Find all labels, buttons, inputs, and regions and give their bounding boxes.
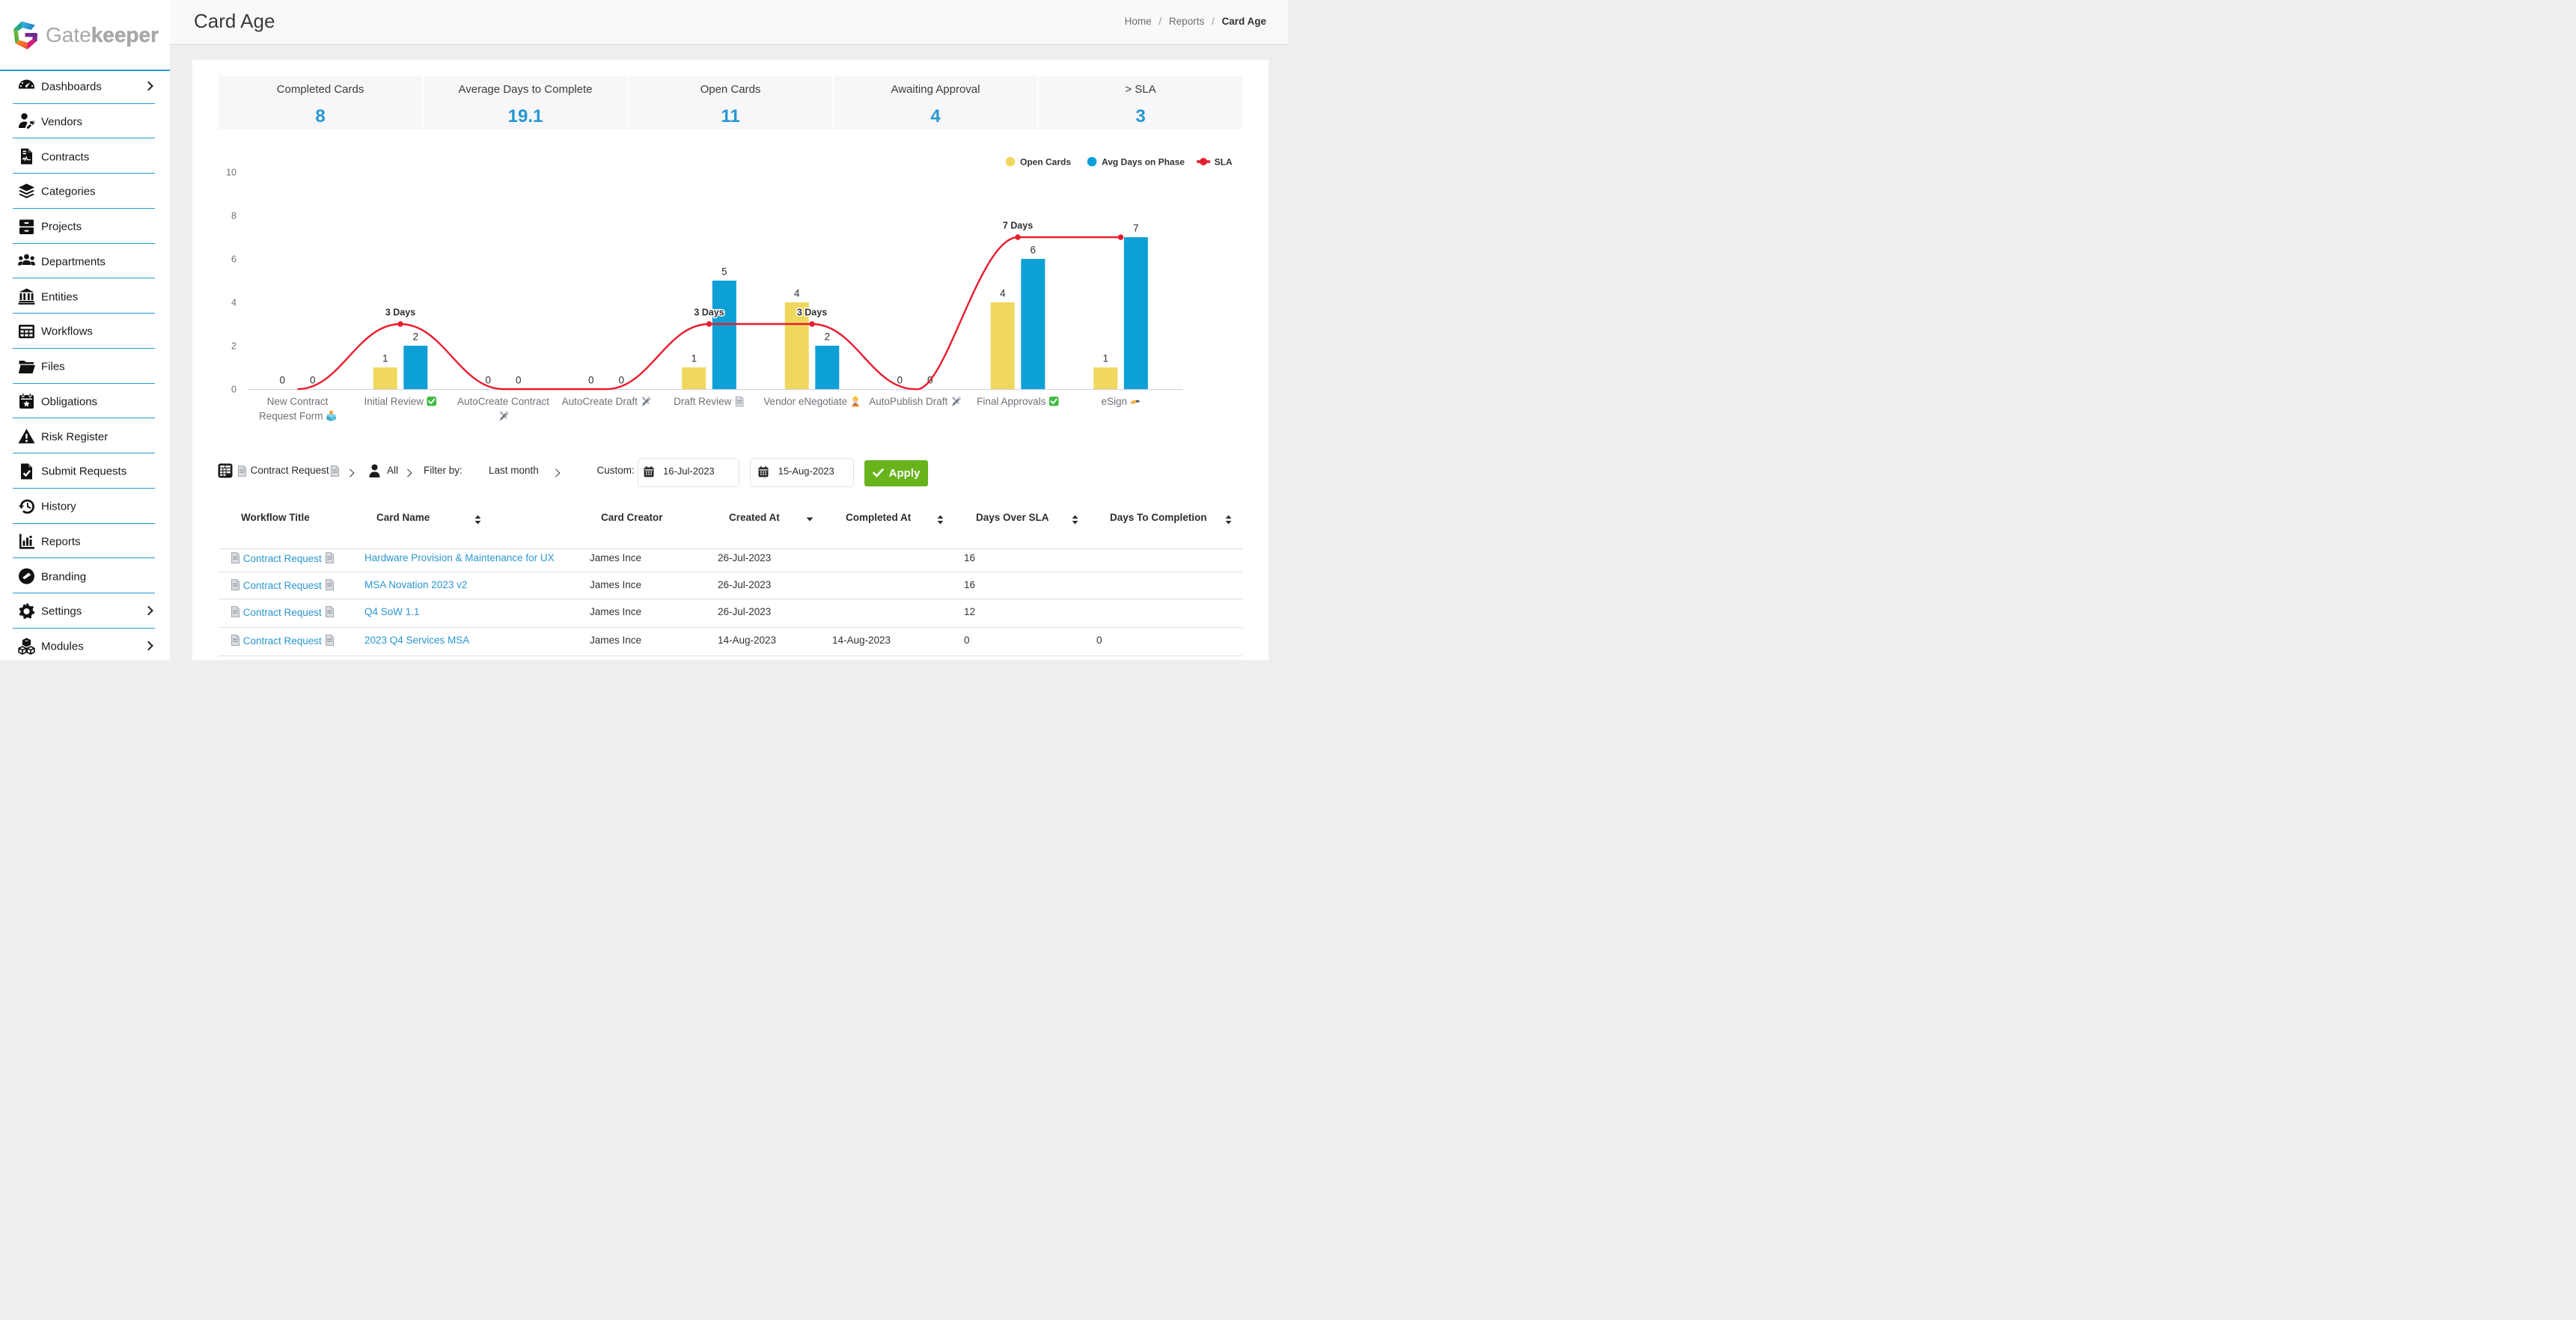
svg-text:4: 4 xyxy=(794,288,800,299)
svg-text:2: 2 xyxy=(825,331,831,343)
svg-text:5: 5 xyxy=(721,266,727,278)
svg-text:1: 1 xyxy=(382,353,388,364)
svg-text:Draft Review: Draft Review xyxy=(674,396,732,407)
svg-text:2: 2 xyxy=(231,340,236,351)
svg-text:SLA: SLA xyxy=(1215,156,1233,167)
svg-text:Final Approvals: Final Approvals xyxy=(977,396,1046,407)
svg-text:Open Cards: Open Cards xyxy=(1020,156,1071,167)
svg-text:0: 0 xyxy=(310,375,316,386)
svg-text:Request Form: Request Form xyxy=(259,411,323,422)
svg-text:0: 0 xyxy=(485,375,491,386)
svg-text:7: 7 xyxy=(1133,223,1139,234)
svg-text:8: 8 xyxy=(231,210,236,221)
svg-text:1: 1 xyxy=(1102,353,1108,364)
svg-text:AutoCreate Draft: AutoCreate Draft xyxy=(562,396,638,407)
svg-text:0: 0 xyxy=(588,375,594,386)
svg-text:AutoPublish Draft: AutoPublish Draft xyxy=(869,396,947,407)
svg-text:6: 6 xyxy=(231,254,236,264)
svg-text:4: 4 xyxy=(1000,288,1006,299)
svg-text:0: 0 xyxy=(897,375,903,386)
svg-text:2: 2 xyxy=(413,331,419,343)
svg-text:3 Days: 3 Days xyxy=(385,308,415,318)
svg-text:1: 1 xyxy=(691,353,697,364)
svg-text:Avg Days on Phase: Avg Days on Phase xyxy=(1102,156,1185,167)
svg-text:Initial Review: Initial Review xyxy=(364,396,424,407)
svg-text:eSign: eSign xyxy=(1102,396,1128,407)
svg-text:AutoCreate Contract: AutoCreate Contract xyxy=(457,396,549,407)
svg-text:3 Days: 3 Days xyxy=(694,308,724,318)
svg-text:0: 0 xyxy=(516,375,522,386)
svg-text:4: 4 xyxy=(231,297,236,308)
svg-text:6: 6 xyxy=(1031,245,1037,256)
svg-text:Vendor eNegotiate: Vendor eNegotiate xyxy=(763,396,847,407)
svg-text:10: 10 xyxy=(226,167,236,177)
svg-text:New Contract: New Contract xyxy=(267,396,329,407)
svg-text:0: 0 xyxy=(231,384,236,394)
svg-text:7 Days: 7 Days xyxy=(1003,221,1033,231)
svg-text:3 Days: 3 Days xyxy=(797,308,827,318)
svg-text:0: 0 xyxy=(279,375,285,386)
svg-text:0: 0 xyxy=(619,375,625,386)
